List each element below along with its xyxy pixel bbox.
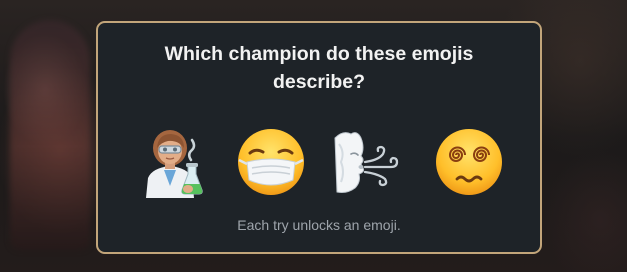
background-champion-figure [10, 20, 90, 250]
face-with-spiral-eyes-icon [436, 129, 502, 195]
emoji-row [98, 126, 540, 198]
woman-scientist-icon [146, 130, 203, 198]
wind-face-icon [334, 132, 399, 193]
face-with-medical-mask-icon [238, 129, 304, 195]
emoji-riddle-dialog: Which champion do these emojis describe? [96, 21, 542, 254]
hint-text: Each try unlocks an emoji. [237, 217, 401, 233]
dialog-title: Which champion do these emojis describe? [164, 43, 474, 93]
